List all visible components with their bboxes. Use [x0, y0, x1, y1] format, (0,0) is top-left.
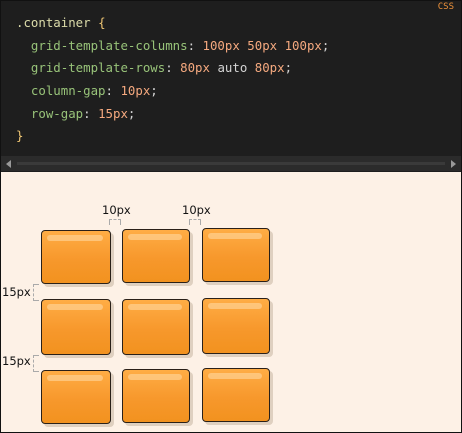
- column-gap-label: 10px: [102, 203, 131, 217]
- code-line-selector: .container {: [16, 12, 329, 35]
- css-value: 100px: [284, 37, 322, 53]
- grid-item: [202, 368, 270, 422]
- column-gap-bracket: [189, 219, 201, 225]
- grid-item: [202, 228, 270, 282]
- code-line-rows: grid-template-rows: 80px auto 80px;: [30, 60, 293, 76]
- grid-item: [41, 370, 111, 424]
- scrollbar-track[interactable]: [17, 162, 445, 165]
- row-gap-label: 15px: [2, 354, 31, 368]
- scroll-left-icon[interactable]: [6, 160, 11, 168]
- close-brace: }: [16, 128, 24, 144]
- code-panel: CSS .container { grid-template-columns: …: [1, 1, 461, 172]
- open-brace: {: [98, 15, 106, 30]
- code-line-column-gap: column-gap: 10px;: [30, 83, 158, 99]
- css-property: column-gap: [30, 83, 106, 99]
- row-gap-bracket: [33, 355, 39, 372]
- row-gap-bracket: [33, 284, 39, 301]
- code-line-row-gap: row-gap: 15px;: [30, 105, 136, 121]
- grid-item: [41, 230, 111, 284]
- code-line-columns: grid-template-columns: 100px 50px 100px;: [30, 37, 330, 53]
- css-property: row-gap: [30, 105, 84, 121]
- css-value: 80px: [180, 60, 210, 76]
- column-gap-label: 10px: [182, 203, 211, 217]
- css-value: 15px: [98, 105, 128, 121]
- css-value: 50px: [247, 37, 278, 53]
- css-property: grid-template-columns: [30, 37, 188, 53]
- column-gap-bracket: [109, 219, 121, 225]
- css-value: 100px: [202, 37, 240, 53]
- language-tag: CSS: [437, 2, 454, 12]
- grid-item: [122, 229, 190, 283]
- code-line-close: }: [16, 125, 329, 148]
- css-value: 80px: [254, 60, 285, 76]
- code-block: .container { grid-template-columns: 100p…: [16, 12, 329, 148]
- example-frame: CSS .container { grid-template-columns: …: [0, 0, 462, 433]
- row-gap-label: 15px: [2, 285, 31, 299]
- css-property: grid-template-rows: [30, 60, 166, 76]
- scroll-right-icon[interactable]: [451, 160, 456, 168]
- grid-item: [41, 299, 111, 355]
- grid-demo: 10px 10px 15px 15px: [1, 172, 461, 432]
- css-value: auto: [217, 60, 248, 76]
- horizontal-scrollbar[interactable]: [1, 156, 461, 171]
- grid-item: [202, 298, 270, 354]
- css-selector: .container: [16, 15, 91, 30]
- grid-item: [122, 369, 190, 423]
- css-value: 10px: [120, 83, 151, 99]
- grid-item: [122, 299, 190, 355]
